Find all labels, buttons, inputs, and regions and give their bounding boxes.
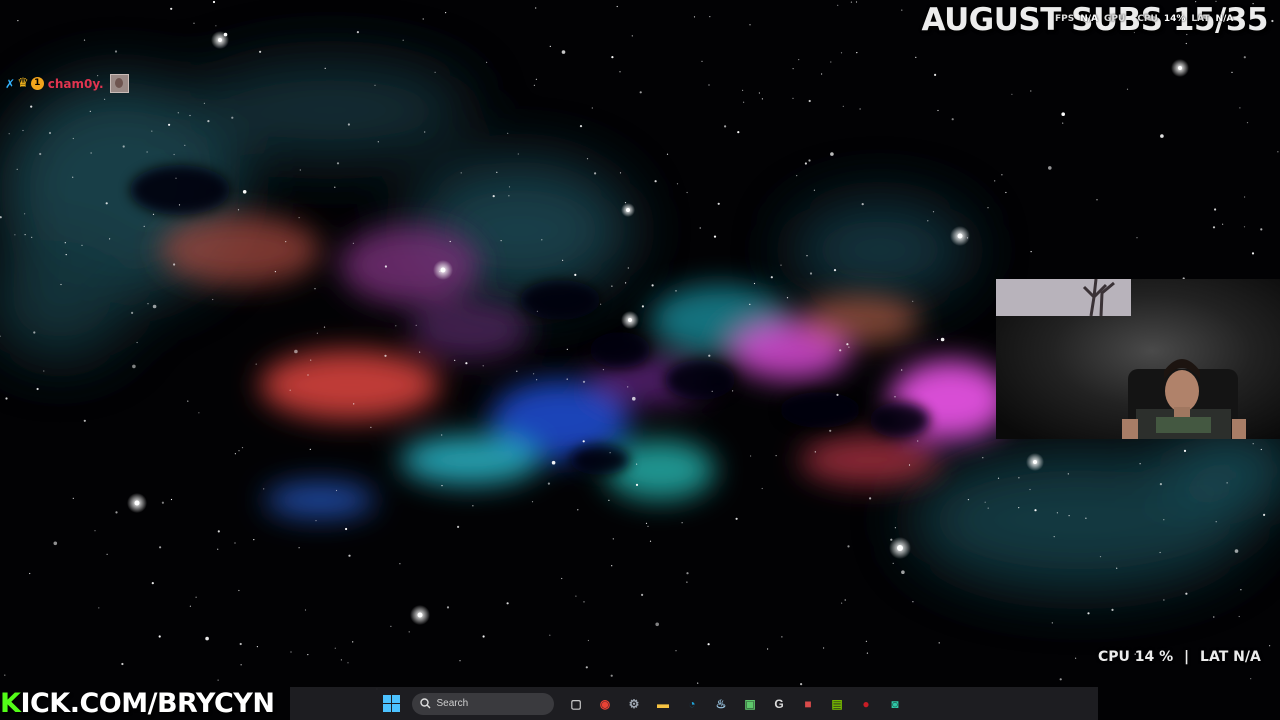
crown-icon: ♛: [17, 76, 29, 91]
search-placeholder: Search: [436, 698, 469, 709]
taskbar-apps: ▢ ◉ ⚙ ▬ ◔ ♨ ▣ G ■ ▤ ● ◙: [562, 693, 910, 715]
subscriber-badge: 1: [30, 77, 44, 90]
emote-icon: [109, 74, 129, 93]
task-view-icon[interactable]: ▢: [565, 693, 587, 715]
chat-message: ✗ ♛ 1 cham0y.: [5, 74, 129, 93]
settings-icon[interactable]: ⚙: [623, 693, 645, 715]
nvidia-icon[interactable]: ▤: [826, 693, 848, 715]
lat-value-bottom: N/A: [1233, 649, 1261, 665]
lat-value: N/A: [1215, 14, 1234, 24]
red-app-icon[interactable]: ●: [855, 693, 877, 715]
discord-app-icon[interactable]: ◙: [884, 693, 906, 715]
cpu-value-bottom: 14 %: [1134, 649, 1174, 665]
performance-stats-bottom: CPU 14 % | LAT N/A: [1098, 649, 1280, 665]
fps-label: FPS: [1055, 14, 1075, 24]
chat-username: cham0y.: [47, 76, 104, 91]
google-icon[interactable]: G: [768, 693, 790, 715]
windows-start-icon[interactable]: [380, 693, 402, 715]
cpu-value: 14%: [1163, 14, 1186, 24]
kick-logo-letter: K: [0, 688, 21, 719]
edge-icon[interactable]: ◔: [681, 693, 703, 715]
taskbar-search-input[interactable]: Search: [411, 692, 554, 715]
game-app-icon[interactable]: ■: [797, 693, 819, 715]
xbox-app-icon[interactable]: ▣: [739, 693, 761, 715]
webcam-feed: [996, 279, 1280, 439]
windows-taskbar: Search ▢ ◉ ⚙ ▬ ◔ ♨ ▣ G ■ ▤ ● ◙: [290, 687, 1098, 720]
file-explorer-icon[interactable]: ▬: [652, 693, 674, 715]
search-icon: [419, 698, 430, 709]
moderator-sword-icon: ✗: [5, 76, 16, 91]
steam-icon[interactable]: ♨: [710, 693, 732, 715]
separator: |: [1184, 649, 1190, 665]
cpu-label-bottom: CPU: [1098, 649, 1130, 665]
webcam-scene: [996, 279, 1280, 439]
chrome-icon[interactable]: ◉: [594, 693, 616, 715]
cpu-label: CPU: [1137, 14, 1158, 24]
performance-stats-top: FPS N/A GPU CPU 14% LAT N/A: [1055, 14, 1270, 24]
gpu-label: GPU: [1104, 14, 1126, 24]
lat-label-bottom: LAT: [1200, 649, 1229, 665]
channel-url-banner: KICK.COM/BRYCYN: [0, 687, 290, 720]
channel-url-text: ICK.COM/BRYCYN: [20, 688, 275, 719]
fps-value: N/A: [1080, 14, 1099, 24]
lat-label: LAT: [1191, 14, 1210, 24]
